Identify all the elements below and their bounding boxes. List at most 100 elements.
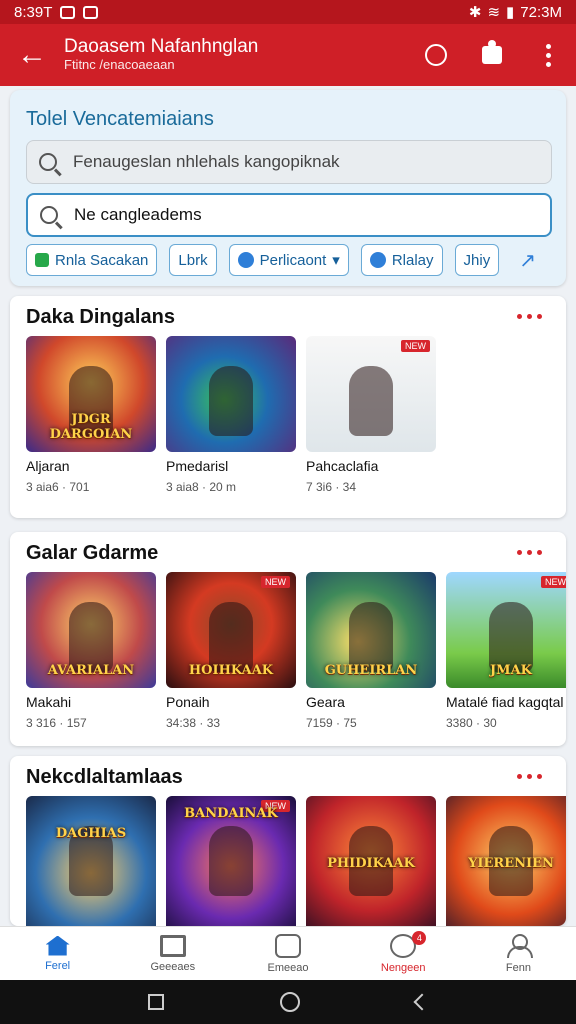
game-art: NEW HOIHKAAK bbox=[166, 572, 296, 688]
game-art: GUHEIRLAN bbox=[306, 572, 436, 688]
chip-label: Rlalay bbox=[391, 251, 434, 269]
diagonal-arrow-icon[interactable]: ↗ bbox=[519, 248, 536, 273]
game-art: PHIDIKAAK bbox=[306, 796, 436, 926]
chip-label: Rnla Sacakan bbox=[55, 251, 149, 269]
wifi-icon: ≋ bbox=[487, 4, 501, 21]
nav-games[interactable]: Emeeao bbox=[230, 927, 345, 980]
recents-square-icon[interactable] bbox=[148, 994, 164, 1010]
game-tile[interactable]: JDGR DARGOIAN Aljaran 3 aia6 · 701 bbox=[26, 336, 156, 494]
back-arrow-icon[interactable]: ← bbox=[0, 24, 64, 86]
game-meta: 3 aia6 · 701 bbox=[26, 480, 90, 494]
chip-3[interactable]: Rlalay bbox=[360, 244, 443, 276]
chip-label: Perlicaont bbox=[259, 251, 327, 269]
game-name: Matalé fiad kagqtal bbox=[446, 694, 564, 710]
system-nav-bar bbox=[0, 980, 576, 1024]
search-card: Tolel Vencatemiaians Fenaugeslan nhlehal… bbox=[10, 90, 566, 286]
search-icon bbox=[40, 206, 58, 224]
game-art: NEW BANDAINAK bbox=[166, 796, 296, 926]
back-triangle-icon[interactable] bbox=[413, 993, 431, 1011]
chip-4[interactable]: Jhiy bbox=[454, 244, 500, 276]
section-more-icon[interactable] bbox=[517, 774, 542, 779]
chevron-down-icon: ▾ bbox=[332, 252, 340, 269]
notification-icon bbox=[60, 5, 76, 19]
game-name: Geara bbox=[306, 694, 345, 710]
chip-label: Lbrk bbox=[178, 251, 208, 269]
section-more-icon[interactable] bbox=[517, 314, 542, 319]
chip-label: Jhiy bbox=[463, 251, 491, 269]
signal-icon: ▮ bbox=[506, 4, 515, 21]
game-meta: 7159 · 75 bbox=[306, 716, 357, 730]
new-badge: NEW bbox=[401, 340, 430, 352]
app-subtitle: Ftitnc /enacoaeaan bbox=[64, 57, 175, 73]
game-name: Ponaih bbox=[166, 694, 210, 710]
game-name: Makahi bbox=[26, 694, 72, 710]
nav-messages[interactable]: 4 Nengeen bbox=[346, 927, 461, 980]
nav-store[interactable]: Geeeaes bbox=[115, 927, 230, 980]
search-circle-button[interactable] bbox=[408, 24, 464, 86]
game-art-title: HOIHKAAK bbox=[188, 663, 274, 678]
section-more-icon[interactable] bbox=[517, 550, 542, 555]
more-vertical-icon bbox=[545, 43, 551, 67]
game-tile[interactable]: NEW BANDAINAK bbox=[166, 796, 296, 926]
status-bar: 8:39T ✱ ≋ ▮ 72:3M bbox=[0, 0, 576, 24]
chip-0[interactable]: Rnla Sacakan bbox=[26, 244, 158, 276]
new-badge: NEW bbox=[261, 576, 290, 588]
nav-label: Emeeao bbox=[267, 961, 309, 974]
bottom-nav: Ferel Geeeaes Emeeao 4 Nengeen Fenn bbox=[0, 926, 576, 980]
new-badge: NEW bbox=[541, 576, 566, 588]
game-tile[interactable]: AVARIALAN Makahi 3 316 · 157 bbox=[26, 572, 156, 730]
tile-row: AVARIALAN Makahi 3 316 · 157 NEW HOIHKAAK… bbox=[26, 572, 566, 730]
section-title: Nekcdlaltamlaas bbox=[26, 766, 183, 788]
search-input[interactable]: Ne cangleadems bbox=[26, 193, 552, 237]
app-title-block: Daoasem Nafanhnglan Ftitnc /enacoaeaan bbox=[64, 37, 408, 73]
nav-label: Fenn bbox=[505, 961, 531, 974]
game-art-title: GUHEIRLAN bbox=[324, 663, 418, 678]
overflow-menu-button[interactable] bbox=[520, 24, 576, 86]
search-input-text: Ne cangleadems bbox=[74, 205, 202, 224]
search-field-disabled-text: Fenaugeslan nhlehals kangopiknak bbox=[73, 152, 340, 171]
home-circle-icon[interactable] bbox=[280, 992, 300, 1012]
game-tile[interactable]: NEW JMAK Matalé fiad kagqtal 3380 · 30 bbox=[446, 572, 566, 730]
game-meta: 7 3i6 · 34 bbox=[306, 480, 357, 494]
extensions-button[interactable] bbox=[464, 24, 520, 86]
game-tile[interactable]: YIERENIEN bbox=[446, 796, 566, 926]
game-art: JDGR DARGOIAN bbox=[26, 336, 156, 452]
game-tile[interactable]: NEW HOIHKAAK Ponaih 34:38 · 33 bbox=[166, 572, 296, 730]
nav-home[interactable]: Ferel bbox=[0, 927, 115, 980]
game-tile[interactable]: DAGHIAS bbox=[26, 796, 156, 926]
game-tile[interactable]: NEW Pahcaclafia 7 3i6 · 34 bbox=[306, 336, 436, 494]
game-name: Aljaran bbox=[26, 458, 70, 474]
game-art: NEW JMAK bbox=[446, 572, 566, 688]
tile-row: DAGHIAS NEW BANDAINAK PHIDIKAAK YIERENIEN bbox=[26, 796, 566, 926]
search-icon bbox=[39, 153, 57, 171]
tile-row: JDGR DARGOIAN Aljaran 3 aia6 · 701 Pmeda… bbox=[26, 336, 436, 494]
puzzle-icon bbox=[482, 40, 502, 64]
nav-label: Geeeaes bbox=[150, 960, 196, 973]
status-time-left: 8:39T bbox=[14, 3, 53, 21]
nav-label: Ferel bbox=[45, 959, 71, 972]
game-art-title: BANDAINAK bbox=[184, 806, 278, 821]
game-meta: 3380 · 30 bbox=[446, 716, 497, 730]
game-tile[interactable]: Pmedarisl 3 aia8 · 20 m bbox=[166, 336, 296, 494]
nav-label: Nengeen bbox=[380, 961, 426, 974]
game-art bbox=[166, 336, 296, 452]
game-art-title: YIERENIEN bbox=[468, 856, 554, 871]
circle-icon bbox=[425, 44, 447, 66]
nav-profile[interactable]: Fenn bbox=[461, 927, 576, 980]
chip-1[interactable]: Lbrk bbox=[169, 244, 217, 276]
game-meta: 3 316 · 157 bbox=[26, 716, 87, 730]
game-art-title: AVARIALAN bbox=[47, 663, 135, 678]
notification-count-badge: 4 bbox=[412, 931, 427, 945]
smiley-icon bbox=[275, 933, 301, 958]
game-tile[interactable]: PHIDIKAAK bbox=[306, 796, 436, 926]
chip-2-dropdown[interactable]: Perlicaont ▾ bbox=[228, 244, 349, 276]
game-tile[interactable]: GUHEIRLAN Geara 7159 · 75 bbox=[306, 572, 436, 730]
game-art-title: DAGHIAS bbox=[55, 826, 127, 841]
store-icon bbox=[159, 934, 186, 957]
app-bar: ← Daoasem Nafanhnglan Ftitnc /enacoaeaan bbox=[0, 24, 576, 86]
game-meta: 34:38 · 33 bbox=[166, 716, 221, 730]
search-field-disabled[interactable]: Fenaugeslan nhlehals kangopiknak bbox=[26, 140, 552, 184]
game-art-title: PHIDIKAAK bbox=[327, 856, 415, 871]
status-time-right: 72:3M bbox=[520, 3, 562, 21]
game-meta: 3 aia8 · 20 m bbox=[166, 480, 237, 494]
